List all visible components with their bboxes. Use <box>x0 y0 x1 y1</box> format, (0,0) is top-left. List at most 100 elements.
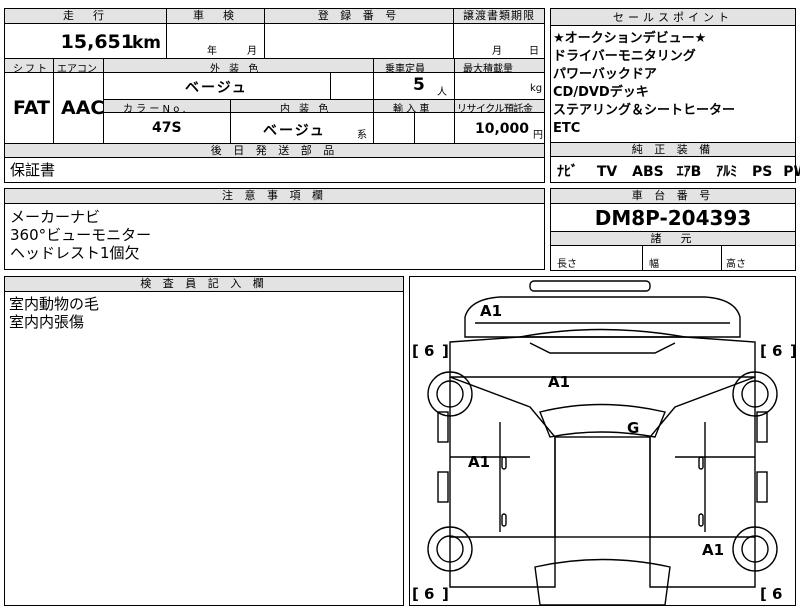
note-line: 360°ビューモニター <box>10 226 152 244</box>
recycle-value: 10,000 <box>475 121 530 137</box>
inspector-header: 検 査 員 記 入 欄 <box>5 277 403 292</box>
mileage-header: 走 行 <box>5 9 166 24</box>
interior-suffix: 系 <box>357 130 367 141</box>
equipment-item: PS <box>752 164 773 180</box>
notes-list: メーカーナビ 360°ビューモニター ヘッドレスト1個欠 <box>10 208 151 262</box>
transfer-day-label: 日 <box>529 46 539 57</box>
interior-color-header: 内 装 色 <box>280 104 332 115</box>
transfer-cell: 譲渡書類期限 月 日 <box>453 8 545 59</box>
shift-value: FAT <box>13 97 50 119</box>
equipment-list: ﾅﾋﾞ TV ABS ｴｱB ｱﾙﾐ PS PW <box>557 161 800 181</box>
spec-block: シフト エアコン 外 装 色 乗車定員 最大積載量 FAT AAC ベージュ 5… <box>4 58 545 144</box>
note-line: ヘッドレスト1個欠 <box>10 244 140 262</box>
grid-line <box>373 59 374 143</box>
grid-line <box>330 73 331 99</box>
grid-line <box>721 246 722 270</box>
sales-points-header: セールスポイント <box>551 9 795 26</box>
interior-color-value: ベージュ <box>263 123 326 139</box>
sales-points-cell: セールスポイント ★オークションデビュー★ ドライバーモニタリング パワーバック… <box>550 8 796 143</box>
equipment-item: ｴｱB <box>676 164 702 180</box>
mark-windshield: G <box>627 419 639 437</box>
shipping-header: 後 日 発 送 部 品 <box>5 144 544 158</box>
mileage-value: 15,651 <box>60 31 134 53</box>
equipment-item: PW <box>783 164 800 180</box>
max-load-header: 最大積載量 <box>463 64 513 75</box>
aircon-header: エアコン <box>57 64 97 75</box>
recycle-unit: 円 <box>533 130 543 141</box>
chassis-value: DM8P-204393 <box>594 206 752 230</box>
shaken-header: 車 検 <box>167 9 264 24</box>
sales-point-line: ETC <box>553 121 581 136</box>
tire-bracket-close: ] <box>442 342 449 360</box>
tire-depth-front-right: 6 <box>772 342 782 360</box>
sales-point-line: CD/DVDデッキ <box>553 85 649 100</box>
tire-depth-rear-right: 6 <box>772 585 782 603</box>
grid-line <box>414 113 415 143</box>
shift-header: シフト <box>13 64 49 75</box>
mark-right-rear-fender: A1 <box>702 541 724 559</box>
tire-bracket-close: ] <box>442 585 449 603</box>
grid-line <box>103 59 104 143</box>
dimensions-header: 諸 元 <box>551 231 795 246</box>
equipment-item: ｱﾙﾐ <box>716 164 738 180</box>
grid-line <box>230 99 231 143</box>
capacity-header: 乗車定員 <box>385 64 425 75</box>
tire-bracket-open: [ <box>760 342 767 360</box>
mark-hood: A1 <box>548 373 570 391</box>
mileage-cell: 走 行 15,651 km <box>4 8 167 59</box>
inspector-list: 室内動物の毛 室内内張傷 <box>9 295 99 331</box>
width-label: 幅 <box>649 259 659 270</box>
inspector-line: 室内内張傷 <box>9 313 85 331</box>
shipping-value: 保証書 <box>10 161 56 179</box>
equipment-item: TV <box>596 164 618 180</box>
grid-line <box>454 59 455 143</box>
capacity-unit: 人 <box>437 87 447 98</box>
sales-point-line: ★オークションデビュー★ <box>553 31 707 46</box>
equipment-header: 純 正 装 備 <box>551 143 795 157</box>
shipping-cell: 後 日 発 送 部 品 保証書 <box>4 143 545 183</box>
notes-cell: 注 意 事 項 欄 メーカーナビ 360°ビューモニター ヘッドレスト1個欠 <box>4 188 545 270</box>
aircon-value: AAC <box>61 97 105 119</box>
inspector-cell: 検 査 員 記 入 欄 室内動物の毛 室内内張傷 <box>4 276 404 606</box>
registration-cell: 登 録 番 号 <box>264 8 454 59</box>
shaken-year-label: 年 <box>207 46 217 57</box>
note-line: メーカーナビ <box>10 208 101 226</box>
recycle-header: リサイクル預託金 <box>457 104 533 115</box>
color-no-value: 47S <box>152 120 182 136</box>
transfer-month-label: 月 <box>492 46 502 57</box>
color-no-header: カ ラ ー N o . <box>123 104 186 115</box>
car-diagram: [ 6 ] [ 6 ] [ 6 ] [ 6 A1 A1 G A1 A1 <box>409 276 797 606</box>
shaken-month-label: 月 <box>247 46 257 57</box>
mark-left-doors: A1 <box>468 453 490 471</box>
notes-header: 注 意 事 項 欄 <box>5 189 544 204</box>
grid-line <box>53 59 54 143</box>
exterior-color-header: 外 装 色 <box>210 64 262 75</box>
height-label: 高さ <box>726 259 746 270</box>
sales-point-line: パワーバックドア <box>553 67 657 82</box>
chassis-cell: 車 台 番 号 DM8P-204393 諸 元 長さ 幅 高さ <box>550 188 796 271</box>
mileage-unit: km <box>131 33 161 53</box>
tire-depth-rear-left: 6 <box>424 585 434 603</box>
sales-point-line: ステアリング＆シートヒーター <box>553 103 736 118</box>
sales-points-list: ★オークションデビュー★ ドライバーモニタリング パワーバックドア CD/DVD… <box>553 30 735 138</box>
import-header: 輸 入 車 <box>393 104 430 115</box>
length-label: 長さ <box>557 259 577 270</box>
car-outline-svg: [ 6 ] [ 6 ] [ 6 ] [ 6 A1 A1 G A1 A1 <box>412 280 797 606</box>
mark-front-bumper: A1 <box>480 302 502 320</box>
transfer-header: 譲渡書類期限 <box>454 9 544 24</box>
equipment-item: ABS <box>632 164 664 180</box>
sales-point-line: ドライバーモニタリング <box>553 49 696 64</box>
max-load-unit: kg <box>530 83 543 94</box>
grid-line <box>642 246 643 270</box>
registration-header: 登 録 番 号 <box>265 9 453 24</box>
tire-depth-front-left: 6 <box>424 342 434 360</box>
equipment-cell: 純 正 装 備 ﾅﾋﾞ TV ABS ｴｱB ｱﾙﾐ PS PW <box>550 142 800 183</box>
capacity-value: 5 <box>413 75 425 95</box>
tire-bracket-open: [ <box>760 585 767 603</box>
exterior-color-value: ベージュ <box>185 80 248 96</box>
equipment-item: ﾅﾋﾞ <box>557 164 578 180</box>
tire-bracket-open: [ <box>412 585 419 603</box>
tire-bracket-close: ] <box>790 342 795 360</box>
tire-bracket-open: [ <box>412 342 419 360</box>
shaken-cell: 車 検 年 月 <box>166 8 265 59</box>
